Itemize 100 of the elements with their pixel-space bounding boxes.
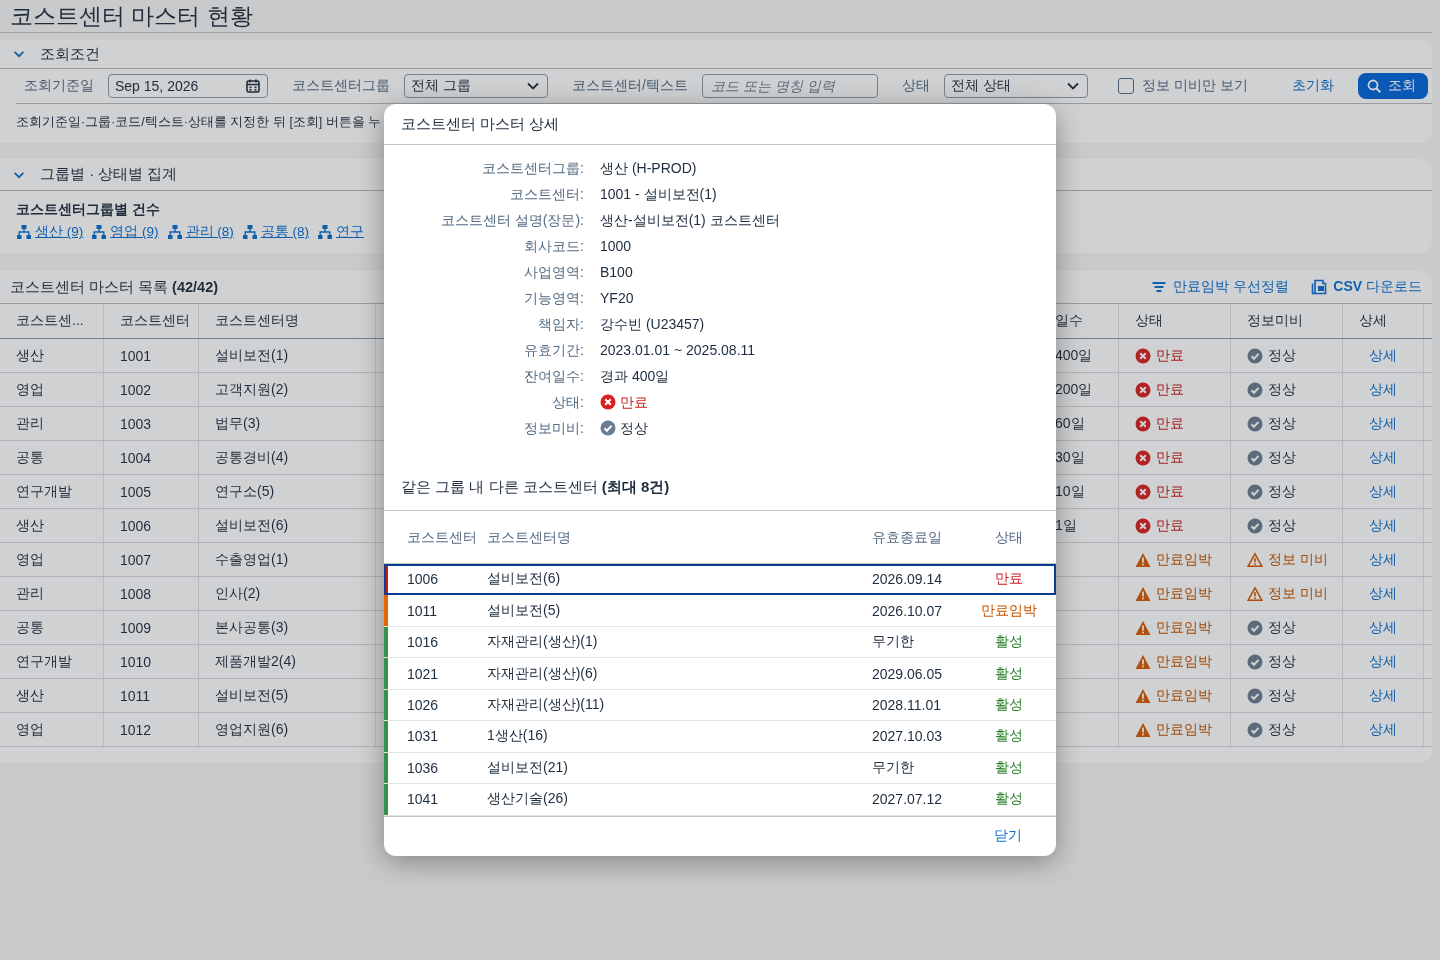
column-header: 코스트센터명 — [199, 304, 376, 338]
date-field[interactable]: Sep 15, 2026 — [108, 74, 268, 98]
hierarchy-icon — [16, 224, 32, 240]
table-cell-text: 설비보전(5) — [487, 601, 562, 620]
table-cell: 본사공통(3) — [199, 611, 376, 644]
status-text: 정상 — [1268, 652, 1296, 671]
status-text: 정상 — [1268, 380, 1296, 399]
status-text: 정상 — [1268, 686, 1296, 705]
download-button[interactable]: CSV 다운로드 — [1311, 278, 1422, 296]
field-value: 생산 (H-PROD) — [600, 159, 698, 179]
field-label: 코스트센터/텍스트 — [571, 77, 689, 95]
table-cell-text: 1생산(16) — [487, 727, 549, 746]
table-cell-text: 설비보전(21) — [487, 758, 569, 777]
table-cell-text: 2027.10.03 — [872, 728, 944, 745]
detail-link[interactable]: 상세 — [1369, 414, 1397, 433]
detail-link[interactable]: 상세 — [1369, 448, 1397, 467]
table-cell: 1004 — [104, 441, 199, 474]
table-row[interactable]: 1031 1생산(16) 2027.10.03 활성 — [384, 721, 1056, 753]
table-cell-text: 1031 — [407, 728, 440, 745]
checkbox[interactable] — [1117, 78, 1134, 94]
table-cell: 1006 — [104, 509, 199, 542]
group-link[interactable]: 영업 (9) — [91, 223, 159, 241]
table-cell-text: 2026.09.14 — [872, 571, 944, 588]
table-cell-text: 1021 — [407, 665, 440, 682]
detail-link[interactable]: 상세 — [1369, 516, 1397, 535]
field-label: 상태: — [551, 393, 585, 413]
detail-link[interactable]: 상세 — [1369, 346, 1397, 365]
hint-text: 조회기준일·그룹·코드/텍스트·상태를 지정한 뒤 [조회] 버튼을 누 — [16, 115, 382, 129]
group-link[interactable]: 연구 — [317, 223, 364, 241]
table-cell-text: 자재관리(생산)(11) — [487, 696, 606, 714]
detail-link[interactable]: 상세 — [1369, 686, 1397, 705]
spreadsheet-icon — [1311, 279, 1328, 295]
detail-link[interactable]: 상세 — [1369, 550, 1397, 569]
field-label: 코스트센터: — [509, 185, 585, 205]
table-cell: 1005 — [104, 475, 199, 508]
detail-link[interactable]: 상세 — [1369, 380, 1397, 399]
table-cell: 1007 — [104, 543, 199, 576]
group-link[interactable]: 생산 (9) — [16, 223, 84, 241]
table-cell: 관리 — [0, 407, 104, 440]
dropdown[interactable]: 전체 상태 — [943, 74, 1088, 98]
status-text: 만료 — [1156, 482, 1184, 501]
table-cell: 설비보전(1) — [199, 339, 376, 372]
table-cell: 공통경비(4) — [199, 441, 376, 474]
hierarchy-icon — [166, 224, 183, 240]
field-label: 유효기간: — [523, 341, 585, 361]
table-row[interactable]: 1006 설비보전(6) 2026.09.14 만료 — [384, 563, 1056, 596]
search-button[interactable]: 조회 — [1357, 73, 1428, 99]
column-header: 유효종료일 — [872, 527, 943, 546]
detail-link[interactable]: 상세 — [1369, 720, 1397, 739]
table-cell: 연구개발 — [0, 475, 104, 508]
table-cell-text: 무기한 — [872, 758, 915, 777]
close-button[interactable]: 닫기 — [994, 827, 1022, 846]
table-cell: 법무(3) — [199, 407, 376, 440]
hierarchy-icon — [241, 224, 258, 240]
status-text: 활성 — [994, 696, 1024, 714]
table-cell: 영업 — [0, 713, 104, 746]
status-text: 정상 — [620, 419, 648, 439]
table-row[interactable]: 1016 자재관리(생산)(1) 무기한 활성 — [384, 626, 1056, 659]
group-link[interactable]: 공통 (8) — [241, 223, 309, 241]
group-link[interactable]: 관리 (8) — [166, 223, 234, 241]
status-text: 만료 — [1156, 346, 1184, 365]
table-cell-text: 2026.10.07 — [872, 602, 944, 619]
status-text: 만료 — [1156, 516, 1184, 535]
field-label: 조회기준일 — [23, 77, 95, 95]
table-cell-text: 자재관리(생산)(1) — [487, 633, 599, 652]
status-text: 만료 — [1156, 448, 1184, 467]
field-value: 경과 400일 — [600, 367, 671, 387]
search-input-field[interactable]: 코드 또는 명칭 입력 — [701, 74, 878, 98]
detail-link[interactable]: 상세 — [1369, 482, 1397, 501]
table-row[interactable]: 1026 자재관리(생산)(11) 2028.11.01 활성 — [384, 689, 1056, 722]
table-cell: 연구소(5) — [199, 475, 376, 508]
field-label: 사업영역: — [523, 263, 585, 283]
table-cell: 생산 — [0, 679, 104, 712]
table-cell: 수출영업(1) — [199, 543, 376, 576]
table-cell: 1001 — [104, 339, 199, 372]
detail-link[interactable]: 상세 — [1369, 618, 1397, 637]
table-row[interactable]: 1021 자재관리(생산)(6) 2029.06.05 활성 — [384, 658, 1056, 690]
table-cell: 1011 — [104, 679, 199, 712]
status-text: 만료임박 — [1156, 686, 1212, 705]
table-cell: 1003 — [104, 407, 199, 440]
table-cell: 연구개발 — [0, 645, 104, 678]
table-cell-text: 1026 — [407, 697, 440, 713]
dropdown[interactable]: 전체 그룹 — [404, 74, 548, 98]
table-cell-text: 설비보전(6) — [487, 570, 562, 589]
table-cell: 영업 — [0, 543, 104, 576]
reset-link[interactable]: 초기화 — [1291, 77, 1334, 95]
table-row[interactable]: 1041 생산기술(26) 2027.07.12 활성 — [384, 784, 1056, 816]
checkbox-label: 정보 미비만 보기 — [1141, 77, 1248, 95]
table-cell: 관리 — [0, 577, 104, 610]
status-text: 활성 — [994, 633, 1024, 652]
status-text: 만료임박 — [1156, 652, 1212, 671]
table-row[interactable]: 1011 설비보전(5) 2026.10.07 만료임박 — [384, 595, 1056, 627]
detail-link[interactable]: 상세 — [1369, 584, 1397, 603]
column-header: 상태 — [1119, 304, 1231, 338]
table-row[interactable]: 1036 설비보전(21) 무기한 활성 — [384, 752, 1056, 785]
status-text: 만료임박 — [1156, 720, 1212, 739]
status-text: 만료임박 — [1156, 550, 1212, 569]
table-cell-text: 2029.06.05 — [872, 665, 944, 682]
detail-link[interactable]: 상세 — [1369, 652, 1397, 671]
sort-button[interactable]: 만료임박 우선정렬 — [1151, 278, 1290, 296]
